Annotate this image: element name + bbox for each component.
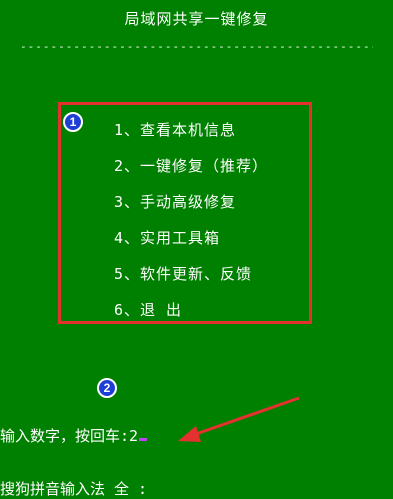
prompt-input-value[interactable]: 2 bbox=[129, 427, 138, 445]
menu-item-update-feedback[interactable]: 5、软件更新、反馈 bbox=[114, 263, 252, 284]
divider-line: ----------------------------------------… bbox=[20, 40, 373, 53]
prompt-label: 输入数字，按回车: bbox=[0, 427, 130, 445]
menu-item-exit[interactable]: 6、退 出 bbox=[114, 299, 182, 320]
command-prompt[interactable]: 输入数字，按回车:2 bbox=[0, 425, 148, 446]
annotation-badge-1: 1 bbox=[63, 112, 83, 132]
window-title: 局域网共享一键修复 bbox=[124, 10, 269, 28]
text-cursor bbox=[139, 438, 148, 441]
menu-item-one-click-repair[interactable]: 2、一键修复（推荐） bbox=[114, 155, 268, 176]
annotation-badge-2: 2 bbox=[97, 378, 117, 398]
menu-item-toolbox[interactable]: 4、实用工具箱 bbox=[114, 227, 220, 248]
menu-item-manual-repair[interactable]: 3、手动高级修复 bbox=[114, 191, 236, 212]
menu-item-view-info[interactable]: 1、查看本机信息 bbox=[114, 119, 236, 140]
